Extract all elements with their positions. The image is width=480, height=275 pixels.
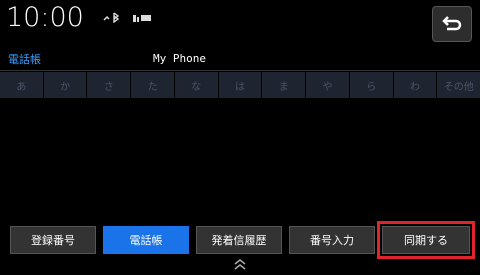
index-a[interactable]: あ	[0, 72, 43, 98]
battery-icon	[132, 13, 153, 26]
index-wa[interactable]: わ	[393, 72, 437, 98]
back-arrow-icon	[442, 16, 462, 31]
tab-registered-numbers[interactable]: 登録番号	[10, 226, 96, 254]
index-ha[interactable]: は	[218, 72, 262, 98]
clock: 10:00	[6, 2, 84, 33]
index-ta[interactable]: た	[131, 72, 174, 98]
index-ma[interactable]: ま	[262, 72, 306, 98]
index-sa[interactable]: さ	[87, 72, 131, 98]
tab-phonebook[interactable]: 電話帳	[103, 226, 189, 254]
bluetooth-signal-icon	[103, 12, 125, 26]
tab-call-history[interactable]: 発着信履歴	[196, 226, 282, 254]
index-ka[interactable]: か	[43, 72, 87, 98]
phonebook-title: 電話帳	[8, 54, 41, 66]
connected-phone-name: My Phone	[153, 52, 206, 65]
index-other[interactable]: その他	[437, 72, 480, 98]
index-ya[interactable]: や	[306, 72, 349, 98]
bottom-tab-bar: 登録番号 電話帳 発着信履歴 番号入力 同期する	[0, 221, 480, 259]
scroll-up-chevron-icon[interactable]	[232, 256, 248, 270]
tab-number-input[interactable]: 番号入力	[289, 226, 375, 254]
index-na[interactable]: な	[174, 72, 218, 98]
status-icons	[103, 11, 161, 26]
kana-index-bar: あ か さ た な は ま や ら わ その他	[0, 72, 480, 98]
status-bar: 10:00	[0, 0, 480, 44]
contact-list	[0, 98, 480, 218]
back-button[interactable]	[432, 6, 472, 42]
sync-button[interactable]: 同期する	[377, 221, 475, 259]
phonebook-header: 電話帳 My Phone	[0, 48, 480, 71]
index-ra[interactable]: ら	[349, 72, 393, 98]
